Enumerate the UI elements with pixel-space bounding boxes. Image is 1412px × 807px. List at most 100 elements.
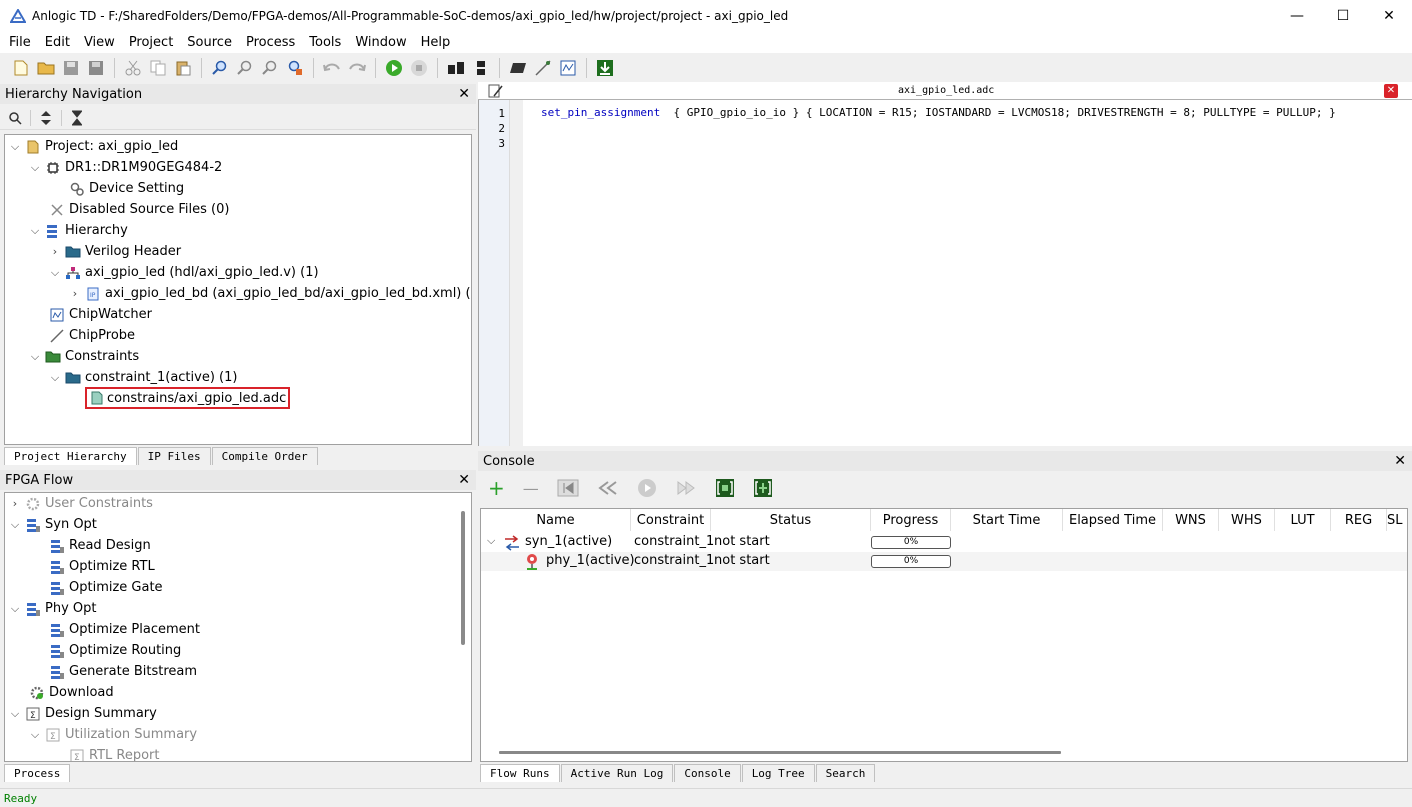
run-icon[interactable] — [383, 57, 405, 79]
paste-icon[interactable] — [172, 57, 194, 79]
tab-project-hierarchy[interactable]: Project Hierarchy — [4, 447, 137, 465]
close-fpga-flow-icon[interactable]: ✕ — [458, 472, 470, 488]
close-hierarchy-icon[interactable]: ✕ — [458, 86, 470, 102]
tab-active-run-log[interactable]: Active Run Log — [560, 764, 674, 782]
search-icon[interactable] — [8, 111, 22, 125]
find-next-icon[interactable] — [234, 57, 256, 79]
column-header-start-time[interactable]: Start Time — [951, 509, 1063, 531]
tree-item-device-setting[interactable]: Device Setting — [65, 178, 184, 199]
tab-console[interactable]: Console — [674, 764, 741, 782]
tree-item-constraints[interactable]: ⌵ Constraints — [29, 346, 139, 367]
expand-collapse-icon[interactable] — [39, 110, 53, 126]
menu-edit[interactable]: Edit — [38, 35, 77, 50]
flow-item-utilization-summary[interactable]: ⌵ Σ Utilization Summary — [29, 724, 197, 745]
row-expand-chevron[interactable]: ⌵ — [487, 534, 495, 548]
flow-item-generate-bitstream[interactable]: Generate Bitstream — [45, 661, 197, 682]
chip-planner-icon[interactable] — [507, 57, 529, 79]
flow-item-user-constraints[interactable]: › User Constraints — [9, 493, 153, 514]
open-folder-icon[interactable] — [35, 57, 57, 79]
stop-icon[interactable] — [408, 57, 430, 79]
tree-item-hierarchy[interactable]: ⌵ Hierarchy — [29, 220, 128, 241]
flow-item-syn-opt[interactable]: ⌵ Syn Opt — [9, 514, 97, 535]
tree-item-adc-file[interactable]: constrains/axi_gpio_led.adc — [85, 387, 291, 409]
code-line-1[interactable]: set_pin_assignment { GPIO_gpio_io_io } {… — [541, 106, 1336, 119]
first-step-icon[interactable] — [557, 479, 579, 497]
flow-item-optimize-routing[interactable]: Optimize Routing — [45, 640, 181, 661]
tree-item-axi-gpio-led-bd[interactable]: › IP axi_gpio_led_bd (axi_gpio_led_bd/axi_… — [69, 283, 471, 304]
tab-flow-runs[interactable]: Flow Runs — [480, 764, 560, 782]
find-icon[interactable] — [209, 57, 231, 79]
column-header-reg[interactable]: REG — [1331, 509, 1387, 531]
collapse-all-icon[interactable] — [70, 110, 84, 126]
close-editor-tab-icon[interactable]: ✕ — [1384, 84, 1398, 98]
tree-item-device[interactable]: ⌵ DR1::DR1M90GEG484-2 — [29, 157, 222, 178]
flow-item-optimize-rtl[interactable]: Optimize RTL — [45, 556, 155, 577]
tree-item-verilog-header[interactable]: › Verilog Header — [49, 241, 181, 262]
menu-tools[interactable]: Tools — [302, 35, 348, 50]
column-header-elapsed-time[interactable]: Elapsed Time — [1063, 509, 1163, 531]
expand-log-icon[interactable] — [715, 478, 735, 498]
cut-icon[interactable] — [122, 57, 144, 79]
tab-log-tree[interactable]: Log Tree — [741, 764, 815, 782]
chip-view-icon[interactable] — [445, 57, 467, 79]
menu-source[interactable]: Source — [180, 35, 239, 50]
code-editor[interactable]: 1 2 3 set_pin_assignment { GPIO_gpio_io_… — [478, 100, 1412, 446]
flow-item-download[interactable]: Download — [25, 682, 114, 703]
menu-file[interactable]: File — [2, 35, 38, 50]
tab-process[interactable]: Process — [4, 764, 71, 782]
collapse-log-icon[interactable] — [753, 478, 773, 498]
tree-item-disabled-sources[interactable]: Disabled Source Files (0) — [45, 199, 229, 220]
column-header-sl[interactable]: SL — [1387, 509, 1407, 531]
column-header-name[interactable]: Name — [481, 509, 631, 531]
column-header-progress[interactable]: Progress — [871, 509, 951, 531]
column-header-lut[interactable]: LUT — [1275, 509, 1331, 531]
flow-item-optimize-gate[interactable]: Optimize Gate — [45, 577, 163, 598]
column-header-wns[interactable]: WNS — [1163, 509, 1219, 531]
rewind-icon[interactable] — [597, 479, 619, 497]
editor-tab-title[interactable]: axi_gpio_led.adc — [898, 85, 994, 96]
copy-icon[interactable] — [147, 57, 169, 79]
flow-item-phy-opt[interactable]: ⌵ Phy Opt — [9, 598, 97, 619]
find-previous-icon[interactable] — [259, 57, 281, 79]
remove-run-button[interactable]: — — [523, 479, 539, 498]
table-horizontal-scrollbar[interactable] — [499, 751, 1061, 754]
column-header-constraint[interactable]: Constraint — [631, 509, 711, 531]
download-icon[interactable] — [594, 57, 616, 79]
column-header-whs[interactable]: WHS — [1219, 509, 1275, 531]
save-icon[interactable] — [60, 57, 82, 79]
tab-search[interactable]: Search — [815, 764, 876, 782]
chipwatcher-icon[interactable] — [557, 57, 579, 79]
flow-item-read-design[interactable]: Read Design — [45, 535, 151, 556]
add-run-button[interactable]: + — [488, 476, 505, 500]
tree-item-axi-gpio-led[interactable]: ⌵ axi_gpio_led (hdl/axi_gpio_led.v) (1) — [49, 262, 319, 283]
flow-item-optimize-placement[interactable]: Optimize Placement — [45, 619, 200, 640]
play-icon[interactable] — [637, 478, 657, 498]
replace-icon[interactable] — [284, 57, 306, 79]
chipprobe-icon[interactable] — [532, 57, 554, 79]
tab-compile-order[interactable]: Compile Order — [211, 447, 318, 465]
close-window-button[interactable]: ✕ — [1366, 0, 1412, 32]
flow-item-rtl-report[interactable]: Σ RTL Report — [65, 745, 160, 761]
maximize-button[interactable]: ☐ — [1320, 0, 1366, 32]
flow-item-design-summary[interactable]: ⌵ Σ Design Summary — [9, 703, 157, 724]
fast-forward-icon[interactable] — [675, 479, 697, 497]
table-row[interactable]: ⌵ syn_1(active) constraint_1 not start 0… — [481, 533, 1407, 552]
tree-item-project[interactable]: ⌵ Project: axi_gpio_led — [9, 136, 178, 157]
undo-icon[interactable] — [321, 57, 343, 79]
close-console-icon[interactable]: ✕ — [1394, 453, 1406, 469]
menu-process[interactable]: Process — [239, 35, 302, 50]
redo-icon[interactable] — [346, 57, 368, 79]
save-all-icon[interactable] — [85, 57, 107, 79]
io-view-icon[interactable] — [470, 57, 492, 79]
tree-item-chipwatcher[interactable]: ChipWatcher — [45, 304, 152, 325]
menu-help[interactable]: Help — [414, 35, 458, 50]
flow-scrollbar-thumb[interactable] — [461, 511, 465, 645]
menu-window[interactable]: Window — [348, 35, 413, 50]
menu-project[interactable]: Project — [122, 35, 180, 50]
tree-item-chipprobe[interactable]: ChipProbe — [45, 325, 135, 346]
tab-ip-files[interactable]: IP Files — [137, 447, 211, 465]
menu-view[interactable]: View — [77, 35, 122, 50]
new-file-icon[interactable] — [10, 57, 32, 79]
tree-item-constraint-1[interactable]: ⌵ constraint_1(active) (1) — [49, 367, 238, 388]
column-header-status[interactable]: Status — [711, 509, 871, 531]
